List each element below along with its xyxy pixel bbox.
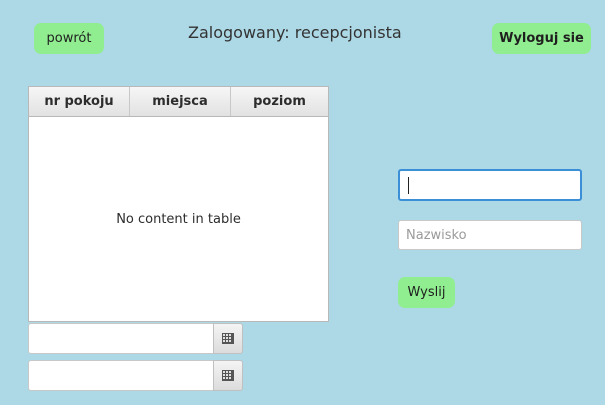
logout-button[interactable]: Wyloguj sie [492,23,591,54]
login-status-label: Zalogowany: recepcjonista [188,23,402,42]
column-header-seats[interactable]: miejsca [130,87,231,116]
rooms-table[interactable]: nr pokoju miejsca poziom No content in t… [28,86,329,322]
column-header-level[interactable]: poziom [231,87,328,116]
calendar-icon [222,333,234,344]
date-from-picker[interactable] [28,323,243,354]
date-to-picker[interactable] [28,360,243,391]
date-from-calendar-button[interactable] [213,323,243,354]
surname-field[interactable] [398,220,582,250]
calendar-icon [222,370,234,381]
date-from-field[interactable] [28,323,213,354]
table-empty-placeholder: No content in table [116,212,241,227]
date-to-calendar-button[interactable] [213,360,243,391]
date-to-field[interactable] [28,360,213,391]
first-name-field[interactable] [398,169,582,201]
column-header-room-number[interactable]: nr pokoju [29,87,130,116]
text-caret [408,177,409,194]
back-button[interactable]: powrót [34,23,104,54]
table-header: nr pokoju miejsca poziom [29,87,328,117]
submit-button[interactable]: Wyslij [398,277,455,308]
